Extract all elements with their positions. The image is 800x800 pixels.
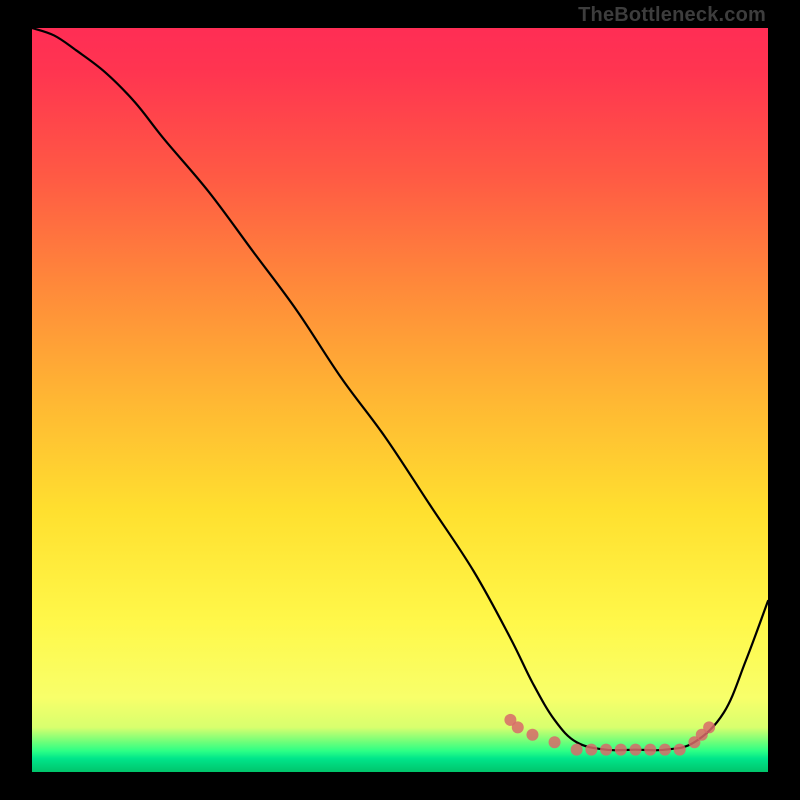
marker-dot	[644, 744, 656, 756]
marker-dot	[549, 736, 561, 748]
marker-dot	[600, 744, 612, 756]
marker-dot	[512, 721, 524, 733]
curve-path	[32, 28, 768, 750]
marker-dot	[674, 744, 686, 756]
watermark-text: TheBottleneck.com	[578, 4, 766, 27]
marker-dot	[526, 729, 538, 741]
marker-dot	[571, 744, 583, 756]
marker-dot	[615, 744, 627, 756]
marker-dot	[585, 744, 597, 756]
chart-frame: TheBottleneck.com	[0, 0, 800, 800]
marker-dot	[659, 744, 671, 756]
marker-dot	[630, 744, 642, 756]
marker-dot	[703, 721, 715, 733]
chart-svg	[32, 28, 768, 772]
plot-area	[32, 28, 768, 772]
bottleneck-curve-line	[32, 28, 768, 750]
sweet-spot-markers	[504, 714, 715, 756]
